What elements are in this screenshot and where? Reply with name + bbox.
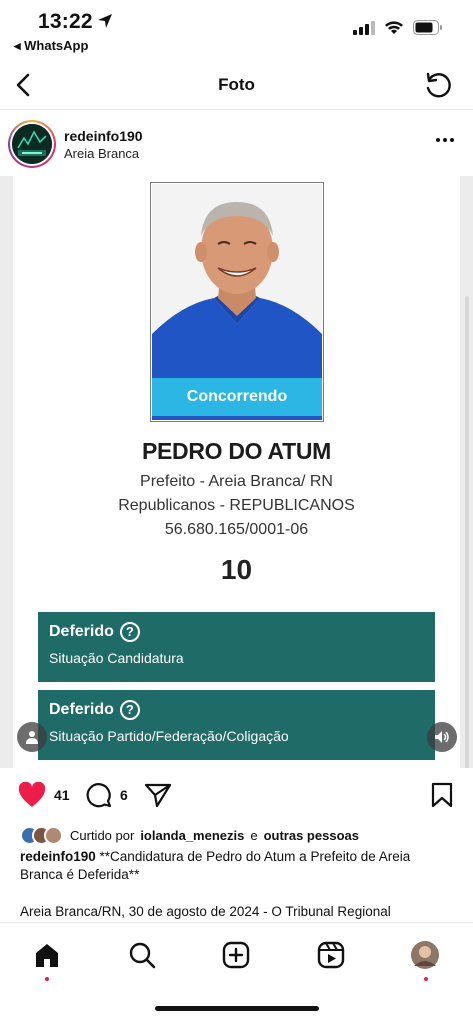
- status-box-candidatura: Deferido ? Situação Candidatura: [38, 612, 435, 682]
- candidate-photo: Concorrendo: [152, 184, 322, 420]
- back-to-whatsapp[interactable]: ◂ WhatsApp: [14, 38, 88, 54]
- signal-icon: [353, 20, 375, 40]
- post-image[interactable]: Concorrendo PEDRO DO ATUM Prefeito - Are…: [0, 176, 473, 768]
- status-title: Deferido: [49, 701, 114, 718]
- page-title: Foto: [218, 75, 255, 94]
- candidate-number: 10: [220, 554, 253, 585]
- wifi-icon: [384, 20, 404, 40]
- profile-avatar[interactable]: [405, 935, 445, 981]
- user-tag-icon[interactable]: [17, 722, 47, 752]
- post-header: redeinfo190 Areia Branca: [0, 112, 473, 176]
- liked-middle: e: [250, 828, 258, 843]
- post-actions: 41 6: [0, 778, 473, 818]
- home-indicator: [155, 1006, 319, 1011]
- refresh-icon[interactable]: [421, 68, 455, 102]
- candidate-card: Concorrendo PEDRO DO ATUM Prefeito - Are…: [13, 176, 460, 768]
- candidate-party: Republicanos - REPUBLICANOS: [118, 497, 355, 514]
- liked-by[interactable]: Curtido por iolanda_menezis e outras pes…: [20, 826, 359, 845]
- avatar[interactable]: [8, 120, 56, 168]
- search-icon[interactable]: [122, 935, 162, 975]
- post-username[interactable]: redeinfo190: [64, 128, 143, 144]
- comment-button[interactable]: 6: [86, 782, 128, 808]
- status-icons: [353, 20, 443, 40]
- status-time: 13:22: [38, 10, 93, 33]
- status-subtitle: Situação Partido/Federação/Coligação: [49, 728, 289, 744]
- liked-others[interactable]: outras pessoas: [264, 828, 359, 843]
- battery-icon: [413, 20, 443, 40]
- candidate-cnpj: 56.680.165/0001-06: [164, 521, 309, 538]
- location-arrow-icon: [97, 13, 113, 34]
- status-title: Deferido: [49, 623, 114, 640]
- sound-icon[interactable]: [427, 722, 457, 752]
- help-circle-icon[interactable]: ?: [119, 700, 140, 720]
- caption-username[interactable]: redeinfo190: [20, 849, 96, 864]
- liked-user[interactable]: iolanda_menezis: [140, 828, 244, 843]
- like-count[interactable]: 41: [54, 787, 70, 803]
- more-icon[interactable]: [433, 130, 457, 150]
- status-subtitle: Situação Candidatura: [49, 650, 184, 666]
- help-circle-icon[interactable]: ?: [119, 622, 140, 642]
- post-caption: redeinfo190 **Candidatura de Pedro do At…: [20, 848, 450, 884]
- comment-count[interactable]: 6: [120, 787, 128, 803]
- comment-icon: [86, 783, 112, 808]
- like-button[interactable]: 41: [18, 782, 70, 808]
- post-location[interactable]: Areia Branca: [64, 146, 139, 161]
- home-icon[interactable]: [27, 935, 67, 981]
- bookmark-icon[interactable]: [431, 782, 453, 808]
- status-bar: 13:22 ◂ WhatsApp: [0, 0, 473, 58]
- liked-prefix: Curtido por: [70, 828, 135, 843]
- create-icon[interactable]: [216, 935, 256, 975]
- status-box-partido: Deferido ? Situação Partido/Federação/Co…: [38, 690, 435, 760]
- reels-icon[interactable]: [311, 935, 351, 975]
- candidate-office: Prefeito - Areia Branca/ RN: [140, 473, 333, 490]
- caption-more[interactable]: Areia Branca/RN, 30 de agosto de 2024 - …: [20, 904, 460, 919]
- nav-bar: Foto: [0, 60, 473, 110]
- status-chip: Concorrendo: [152, 378, 322, 416]
- candidate-name: PEDRO DO ATUM: [141, 438, 332, 464]
- heart-icon: [18, 782, 46, 807]
- share-icon[interactable]: [144, 782, 172, 808]
- candidate-photo-frame: Concorrendo: [150, 182, 324, 422]
- scrollbar[interactable]: [465, 296, 469, 768]
- liked-avatars: [20, 826, 63, 845]
